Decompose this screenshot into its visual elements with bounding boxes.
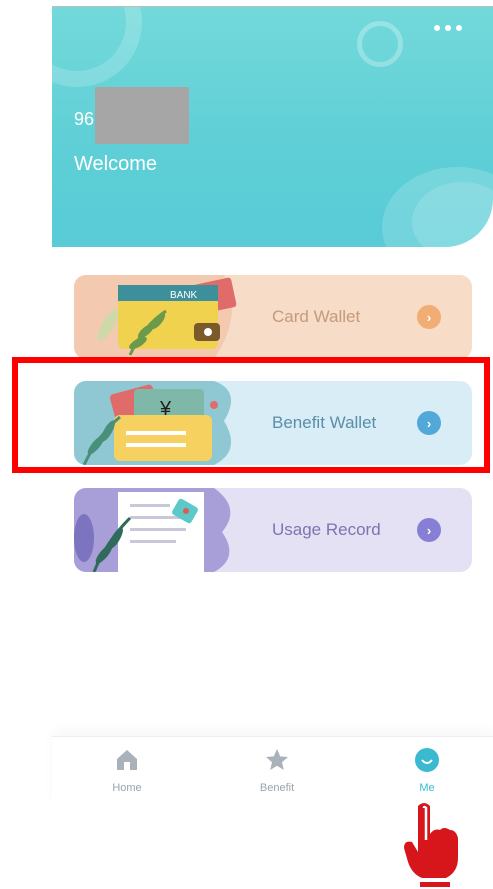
- welcome-text: Welcome: [74, 153, 157, 175]
- tab-benefit[interactable]: Benefit: [232, 747, 322, 794]
- chevron-right-icon: ›: [417, 518, 441, 542]
- decor-circle: [357, 21, 403, 67]
- wallet-illustration-icon: BANK: [74, 275, 237, 359]
- record-illustration-icon: [74, 488, 231, 572]
- chevron-right-icon: ›: [417, 305, 441, 329]
- smile-icon: [415, 748, 439, 772]
- star-icon: [266, 749, 288, 770]
- bank-card-text: BANK: [170, 290, 198, 301]
- card-wallet-button[interactable]: BANK Card Wallet ›: [74, 275, 472, 359]
- tab-me-label: Me: [419, 782, 435, 794]
- tab-home[interactable]: Home: [82, 747, 172, 794]
- tab-benefit-label: Benefit: [259, 782, 295, 794]
- decor-circle: [52, 7, 142, 87]
- redacted-user-id: [95, 87, 189, 144]
- home-icon: [117, 750, 137, 770]
- usage-record-label: Usage Record: [272, 520, 381, 539]
- pointer-hand-icon: [404, 803, 458, 887]
- user-id-text: 96: [74, 109, 95, 129]
- bottom-tab-bar: Home Benefit Me: [52, 736, 493, 807]
- usage-record-button[interactable]: Usage Record ›: [74, 488, 472, 572]
- tab-home-label: Home: [112, 782, 142, 794]
- tab-me[interactable]: Me: [382, 747, 472, 794]
- highlight-box: [12, 357, 490, 473]
- more-options-icon[interactable]: [434, 23, 466, 33]
- card-wallet-label: Card Wallet: [272, 307, 361, 326]
- profile-header: 96 Welcome: [52, 7, 493, 287]
